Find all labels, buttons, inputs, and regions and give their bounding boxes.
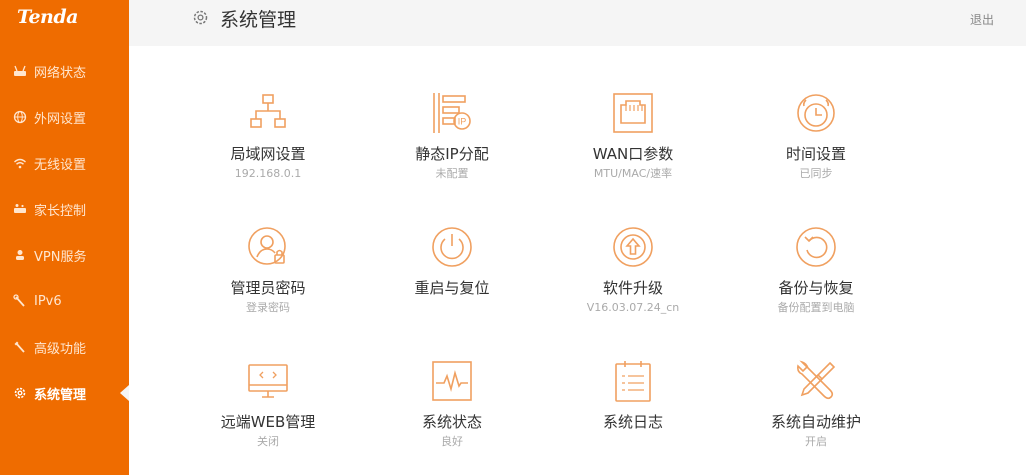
tile-reboot-reset[interactable]: 重启与复位 [362,225,542,314]
wifi-icon [13,156,27,170]
tenda-logo: Tenda [17,6,78,28]
tile-admin-password[interactable]: 管理员密码 登录密码 [178,225,358,314]
tile-label: 重启与复位 [414,279,490,297]
tile-wan-port[interactable]: WAN口参数 MTU/MAC/速率 [543,91,723,180]
sidebar-item-advanced[interactable]: 高级功能 [0,324,129,370]
vpn-icon [13,248,27,262]
tile-system-status[interactable]: 系统状态 良好 [362,359,542,448]
sidebar-item-label: VPN服务 [34,249,87,265]
svg-text:IP: IP [458,117,467,127]
maintenance-icon [794,359,838,403]
tile-label: WAN口参数 [592,145,674,163]
upgrade-icon [611,225,655,269]
tile-label: 远端WEB管理 [220,413,316,431]
lan-icon [246,91,290,135]
sidebar-item-system-management[interactable]: 系统管理 [0,370,129,416]
sidebar-item-label: 高级功能 [34,341,87,357]
sidebar-item-label: 外网设置 [34,111,87,127]
admin-password-icon [246,225,290,269]
static-ip-icon: IP [430,91,474,135]
tile-label: 软件升级 [602,279,663,297]
sidebar-item-label: 无线设置 [34,157,87,173]
sidebar-item-label: IPv6 [34,293,62,309]
tile-subtext: MTU/MAC/速率 [593,167,673,180]
sidebar: Tenda 网络状态 外网设置 无线设置 家长控制 VPN服务 IPv6 高级功… [0,0,129,475]
tile-subtext: 未配置 [435,167,469,180]
restore-icon [794,225,838,269]
tile-label: 系统日志 [602,413,663,431]
tile-subtext: 登录密码 [246,301,290,314]
wan-port-icon [611,91,655,135]
page-header: 系统管理 退出 [129,0,1026,46]
tile-remote-web[interactable]: 远端WEB管理 关闭 [178,359,358,448]
tile-label: 时间设置 [785,145,846,163]
tile-label: 系统自动维护 [770,413,861,431]
parental-control-icon [13,202,27,216]
gear-icon [13,386,27,400]
tile-subtext [543,435,723,448]
tile-subtext: V16.03.07.24_cn [586,301,680,314]
sidebar-nav: 网络状态 外网设置 无线设置 家长控制 VPN服务 IPv6 高级功能 系统管理 [0,48,129,416]
tile-label: 管理员密码 [230,279,306,297]
tile-system-log[interactable]: 系统日志 [543,359,723,448]
sidebar-item-parental-control[interactable]: 家长控制 [0,186,129,232]
log-icon [611,359,655,403]
tile-subtext [362,301,542,314]
tile-static-ip[interactable]: IP 静态IP分配 未配置 [362,91,542,180]
alarm-clock-icon [794,91,838,135]
globe-icon [13,110,27,124]
router-icon [13,64,27,78]
sidebar-item-wireless-settings[interactable]: 无线设置 [0,140,129,186]
page-title: 系统管理 [220,9,297,31]
tile-subtext: 良好 [441,435,463,448]
tile-lan-settings[interactable]: 局域网设置 192.168.0.1 [178,91,358,180]
tile-backup-restore[interactable]: 备份与恢复 备份配置到电脑 [726,225,906,314]
tile-label: 局域网设置 [230,145,306,163]
main-panel: 局域网设置 192.168.0.1 IP 静态IP分配 未配置 WAN口参数 M… [129,46,1026,475]
sidebar-item-wan-settings[interactable]: 外网设置 [0,94,129,140]
tile-subtext: 已同步 [799,167,833,180]
tile-label: 备份与恢复 [778,279,854,297]
tile-subtext: 开启 [805,435,827,448]
gear-icon [192,9,209,26]
sidebar-item-network-status[interactable]: 网络状态 [0,48,129,94]
tile-subtext: 关闭 [257,435,279,448]
tile-label: 系统状态 [421,413,482,431]
tile-software-upgrade[interactable]: 软件升级 V16.03.07.24_cn [543,225,723,314]
tile-auto-maintenance[interactable]: 系统自动维护 开启 [726,359,906,448]
tools-icon [13,340,27,354]
wrench-icon [13,294,27,308]
tile-subtext: 192.168.0.1 [234,167,302,180]
logout-link[interactable]: 退出 [970,11,994,28]
tile-time-settings[interactable]: 时间设置 已同步 [726,91,906,180]
sidebar-item-label: 系统管理 [34,387,87,403]
sidebar-item-vpn[interactable]: VPN服务 [0,232,129,278]
sidebar-item-label: 网络状态 [34,65,87,81]
power-icon [430,225,474,269]
tile-label: 静态IP分配 [415,145,489,163]
remote-web-icon [246,359,290,403]
system-status-icon [430,359,474,403]
tile-subtext: 备份配置到电脑 [777,301,855,314]
sidebar-item-ipv6[interactable]: IPv6 [0,278,129,324]
sidebar-item-label: 家长控制 [34,203,87,219]
